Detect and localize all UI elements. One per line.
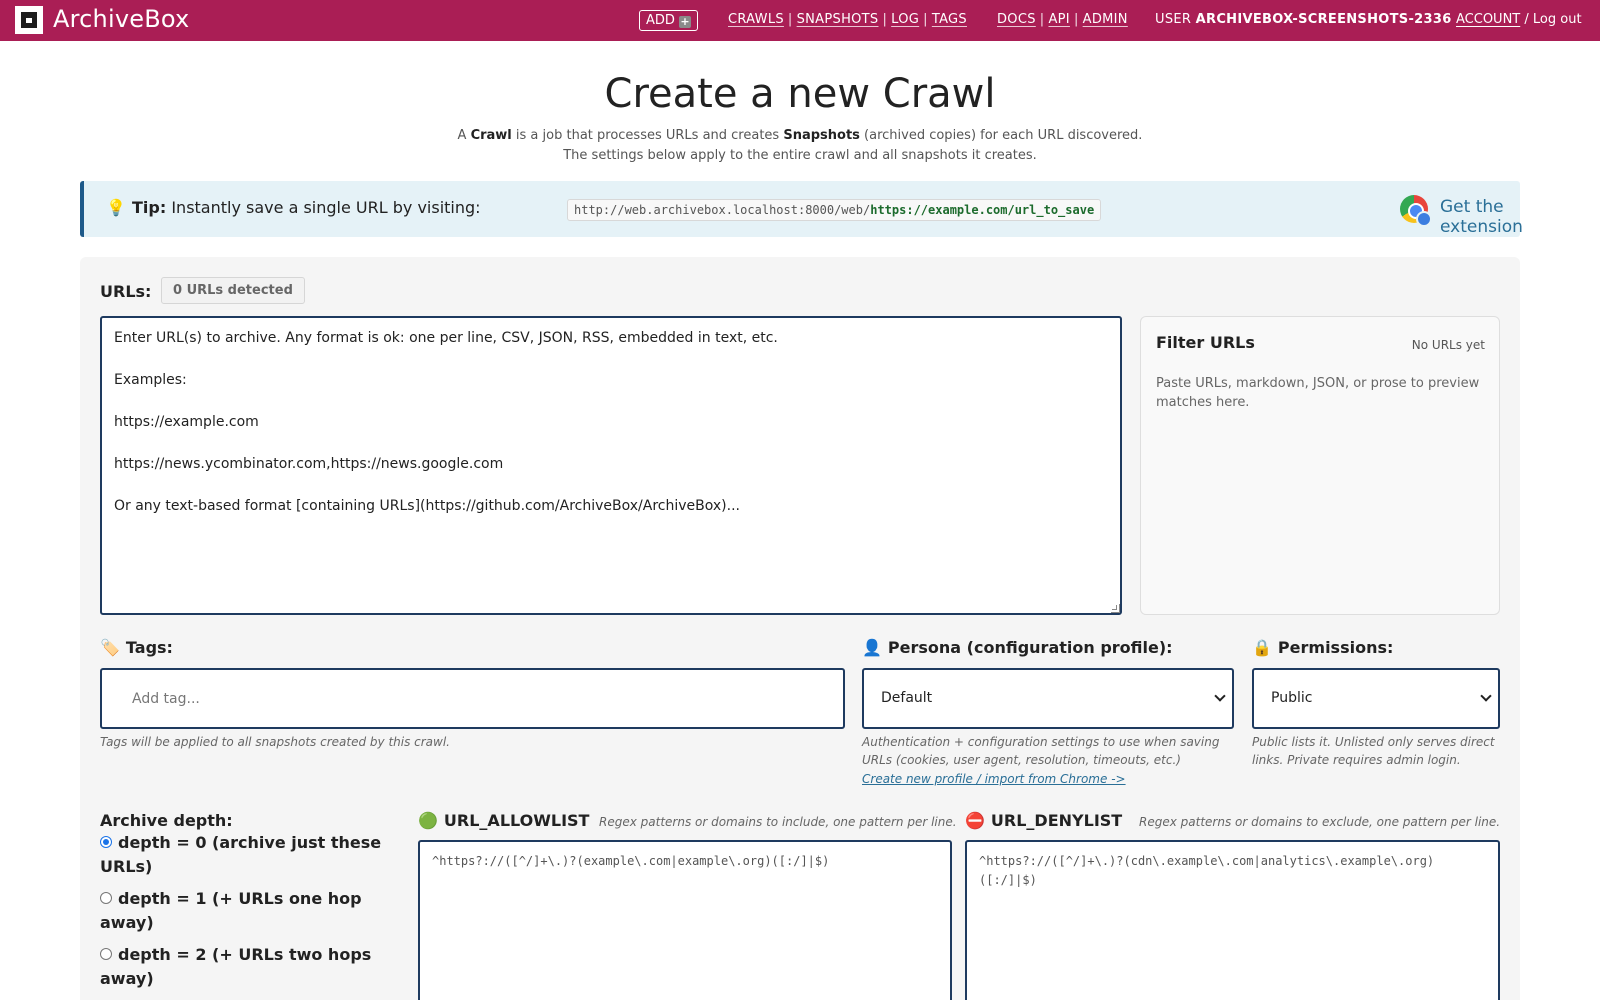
persona-help-text: Authentication + configuration settings … xyxy=(862,735,1220,767)
radio-icon[interactable] xyxy=(100,948,112,960)
urls-detected-badge: 0 URLs detected xyxy=(161,277,305,304)
persona-select[interactable]: Default xyxy=(862,668,1234,729)
tags-input[interactable] xyxy=(100,668,845,729)
account-links: ACCOUNT / Log out xyxy=(1456,12,1582,27)
create-profile-link[interactable]: Create new profile / import from Chrome … xyxy=(862,772,1126,786)
filter-urls-count: No URLs yet xyxy=(1411,338,1485,352)
urls-textarea[interactable] xyxy=(100,316,1122,615)
resize-grip-icon[interactable] xyxy=(1111,604,1120,613)
logout-link[interactable]: Log out xyxy=(1533,12,1582,27)
page-subtitle-2: The settings below apply to the entire c… xyxy=(563,148,1037,163)
filter-urls-title: Filter URLs xyxy=(1156,333,1255,352)
get-extension-link[interactable]: Get the extension xyxy=(1440,197,1523,237)
chevron-down-icon xyxy=(1480,690,1492,702)
nav-link-snapshots[interactable]: SNAPSHOTS xyxy=(797,12,879,27)
radio-selected-icon[interactable] xyxy=(100,836,112,848)
nav-link-crawls[interactable]: CRAWLS xyxy=(728,12,784,27)
allowlist-textarea[interactable] xyxy=(418,840,952,1000)
permissions-select[interactable]: Public xyxy=(1252,668,1500,729)
denylist-textarea[interactable] xyxy=(965,840,1500,1000)
username: ARCHIVEBOX-SCREENSHOTS-2336 xyxy=(1195,12,1452,27)
account-link[interactable]: ACCOUNT xyxy=(1456,12,1520,27)
persona-label: 👤 Persona (configuration profile): xyxy=(862,638,1173,657)
green-circle-icon: 🟢 xyxy=(418,811,438,830)
top-navbar: ArchiveBox ADD + CRAWLS | SNAPSHOTS | LOG | TAG… xyxy=(0,0,1600,41)
tip-url-example: http://web.archivebox.localhost:8000/web… xyxy=(567,199,1102,221)
brand-name[interactable]: ArchiveBox xyxy=(53,5,189,33)
nav-link-tags[interactable]: TAGS xyxy=(932,12,967,27)
filter-urls-hint: Paste URLs, markdown, JSON, or prose to … xyxy=(1156,376,1480,410)
filter-urls-panel: Filter URLs No URLs yet Paste URLs, mark… xyxy=(1140,316,1500,615)
person-icon: 👤 xyxy=(862,638,882,657)
tags-help-text: Tags will be applied to all snapshots cr… xyxy=(100,735,450,749)
tags-label: 🏷️ Tags: xyxy=(100,638,173,657)
denylist-label: ⛔ URL_DENYLIST xyxy=(965,811,1123,830)
persona-select-value: Default xyxy=(881,690,933,706)
chevron-down-icon xyxy=(1214,690,1226,702)
user-prefix: USER xyxy=(1155,12,1192,27)
urls-label: URLs: xyxy=(100,282,152,301)
crawl-term: Crawl xyxy=(470,128,512,143)
depth-2-radio[interactable]: depth = 2 (+ URLs two hops away) xyxy=(100,943,400,991)
depth-1-radio[interactable]: depth = 1 (+ URLs one hop away) xyxy=(100,887,400,935)
chrome-extension-icon[interactable] xyxy=(1400,195,1432,227)
snapshots-term: Snapshots xyxy=(783,128,860,143)
tag-icon: 🏷️ xyxy=(100,638,120,657)
nav-link-docs[interactable]: DOCS xyxy=(997,12,1036,27)
nav-links-secondary: DOCS | API | ADMIN xyxy=(997,12,1128,27)
nav-link-api[interactable]: API xyxy=(1048,12,1069,27)
no-entry-icon: ⛔ xyxy=(965,811,985,830)
nav-links-primary: CRAWLS | SNAPSHOTS | LOG | TAGS xyxy=(728,12,967,27)
radio-icon[interactable] xyxy=(100,892,112,904)
add-button-label: ADD xyxy=(646,13,675,28)
permissions-label: 🔒 Permissions: xyxy=(1252,638,1394,657)
crawl-form-panel: URLs: 0 URLs detected Filter URLs No URL… xyxy=(80,257,1520,1000)
permissions-select-value: Public xyxy=(1271,690,1313,706)
page-subtitle: A Crawl is a job that processes URLs and… xyxy=(457,128,1143,143)
add-button[interactable]: ADD + xyxy=(639,10,698,31)
page-title: Create a new Crawl xyxy=(604,71,996,117)
nav-link-admin[interactable]: ADMIN xyxy=(1083,12,1128,27)
archive-depth-label: Archive depth: xyxy=(100,811,233,830)
denylist-hint: Regex patterns or domains to exclude, on… xyxy=(1139,815,1501,829)
nav-link-log[interactable]: LOG xyxy=(891,12,919,27)
tip-text: Tip: Instantly save a single URL by visi… xyxy=(132,198,481,217)
user-info: USER ARCHIVEBOX-SCREENSHOTS-2336 xyxy=(1155,12,1452,27)
account-separator: / xyxy=(1524,12,1529,27)
lightbulb-icon: 💡 xyxy=(106,198,126,217)
plus-icon: + xyxy=(678,15,691,28)
allowlist-hint: Regex patterns or domains to include, on… xyxy=(599,815,957,829)
permissions-help-text: Public lists it. Unlisted only serves di… xyxy=(1252,735,1495,767)
lock-icon: 🔒 xyxy=(1252,638,1272,657)
archivebox-logo-icon[interactable] xyxy=(15,6,43,34)
depth-0-radio[interactable]: depth = 0 (archive just these URLs) xyxy=(100,831,400,879)
allowlist-label: 🟢 URL_ALLOWLIST xyxy=(418,811,590,830)
tip-banner: 💡 Tip: Instantly save a single URL by vi… xyxy=(80,181,1523,237)
tip-label: Tip: xyxy=(132,198,167,217)
